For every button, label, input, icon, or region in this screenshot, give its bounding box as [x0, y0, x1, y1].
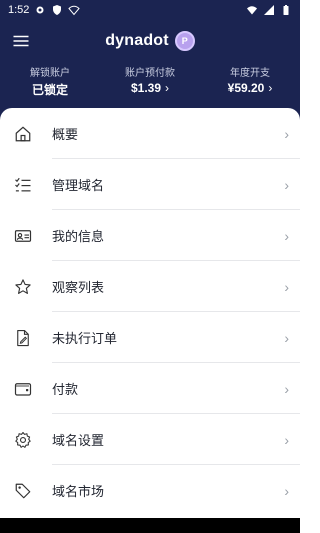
hamburger-menu-icon[interactable] [11, 31, 31, 51]
menu-sheet: 概要 › 管理域名 › 我的信息 › 观察列表 › 未执行订单 › 付款 › 域… [0, 108, 300, 518]
wifi-icon [246, 4, 258, 16]
menu-item-label: 我的信息 [52, 229, 105, 244]
stat-label: 解锁账户 [30, 68, 70, 79]
stat-label: 年度开支 [230, 68, 270, 79]
wifi-outline-icon [68, 4, 81, 16]
checklist-icon [13, 175, 33, 195]
menu-item-domain-settings[interactable]: 域名设置 › [0, 414, 300, 465]
account-stats: 解锁账户 已锁定 账户预付款 $1.39 › 年度开支 ¥59.20 › [0, 64, 300, 102]
brand-name: dynadot [105, 32, 169, 49]
gear-icon [34, 4, 46, 16]
tag-icon [13, 481, 33, 501]
gear-icon [13, 430, 33, 450]
stat-value: 已锁定 [31, 83, 68, 97]
menu-item-label: 域名设置 [52, 433, 105, 448]
id-card-icon [13, 226, 33, 246]
stat-value: $1.39 [130, 81, 162, 95]
menu-item-label: 观察列表 [52, 280, 105, 295]
account-header: 1:52 dynadot P 解锁账户 已锁定 账户预付款 $1.39 › 年度… [0, 0, 300, 125]
chevron-right-icon: › [284, 278, 289, 295]
star-icon [13, 277, 33, 297]
menu-item-label: 未执行订单 [52, 331, 118, 346]
menu-item-watchlist[interactable]: 观察列表 › [0, 261, 300, 312]
chevron-right-icon: › [284, 380, 289, 397]
chevron-right-icon: › [284, 431, 289, 448]
menu-item-label: 域名市场 [52, 484, 105, 499]
edit-document-icon [13, 328, 33, 348]
battery-icon [280, 4, 292, 16]
status-bar: 1:52 [0, 0, 300, 20]
signal-icon [263, 4, 275, 16]
stat-value: ¥59.20 [227, 81, 265, 95]
system-nav-bar [0, 518, 300, 533]
chevron-right-icon: › [284, 227, 289, 244]
wallet-icon [13, 379, 33, 399]
menu-item-payment[interactable]: 付款 › [0, 363, 300, 414]
menu-item-label: 付款 [52, 382, 79, 397]
menu-item-label: 管理域名 [52, 178, 105, 193]
menu-item-overview[interactable]: 概要 › [0, 108, 300, 159]
chevron-right-icon: › [268, 81, 273, 95]
status-time: 1:52 [8, 4, 30, 16]
menu-item-manage-domains[interactable]: 管理域名 › [0, 159, 300, 210]
menu-item-my-info[interactable]: 我的信息 › [0, 210, 300, 261]
stat-annual-spending[interactable]: 年度开支 ¥59.20 › [200, 64, 300, 102]
membership-badge[interactable]: P [174, 31, 195, 51]
menu-item-pending-orders[interactable]: 未执行订单 › [0, 312, 300, 363]
stat-account-balance[interactable]: 账户预付款 $1.39 › [100, 64, 200, 102]
menu-item-label: 概要 [52, 127, 79, 142]
chevron-right-icon: › [284, 329, 289, 346]
stat-unlock-account[interactable]: 解锁账户 已锁定 [0, 64, 100, 102]
brand: dynadot P [105, 31, 195, 51]
stat-label: 账户预付款 [125, 68, 175, 79]
home-icon [13, 124, 33, 144]
menu-item-domain-market[interactable]: 域名市场 › [0, 465, 300, 516]
app-bar: dynadot P [0, 22, 300, 60]
chevron-right-icon: › [284, 125, 289, 142]
shield-icon [51, 4, 63, 16]
chevron-right-icon: › [284, 176, 289, 193]
chevron-right-icon: › [165, 81, 170, 95]
chevron-right-icon: › [284, 482, 289, 499]
